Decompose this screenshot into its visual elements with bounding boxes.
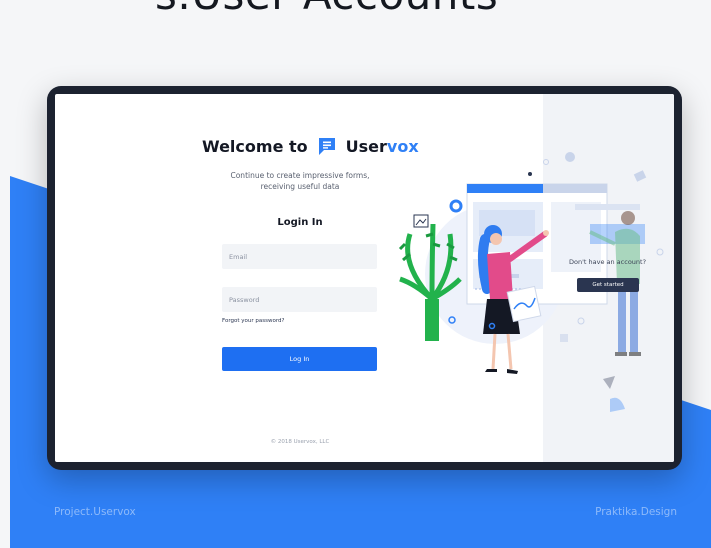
brand-name: Uservox [345, 136, 419, 156]
uservox-logo-icon [316, 135, 338, 157]
login-button[interactable]: Log In [222, 347, 377, 371]
shape-decoration [603, 376, 615, 389]
smiley-icon [565, 152, 575, 162]
screen: Welcome to Uservox Continue to create im… [55, 94, 674, 462]
footer-studio-label: Praktika.Design [595, 506, 677, 518]
welcome-text: Welcome to [202, 136, 308, 156]
envelope-icon [633, 170, 647, 182]
password-field[interactable]: Password [222, 287, 377, 312]
login-title: Login In [277, 217, 323, 228]
page: s.User Accounts [0, 0, 711, 548]
get-started-button[interactable]: Get started [577, 278, 639, 292]
brand-header: Welcome to Uservox [202, 132, 419, 160]
page-heading: s.User Accounts [155, 0, 498, 19]
footer-project-label: Project.Uservox [54, 506, 136, 518]
copyright-text: © 2018 Uservox, LLC [270, 439, 330, 445]
signup-prompt: Don't have an account? [569, 258, 647, 266]
floating-bar [575, 204, 640, 210]
device-frame: Welcome to Uservox Continue to create im… [47, 86, 682, 470]
forgot-password-link[interactable]: Forgot your password? [222, 318, 284, 324]
tagline: Continue to create impressive forms, rec… [230, 171, 370, 191]
circle-icon [449, 199, 463, 213]
email-field[interactable]: Email [222, 244, 377, 269]
